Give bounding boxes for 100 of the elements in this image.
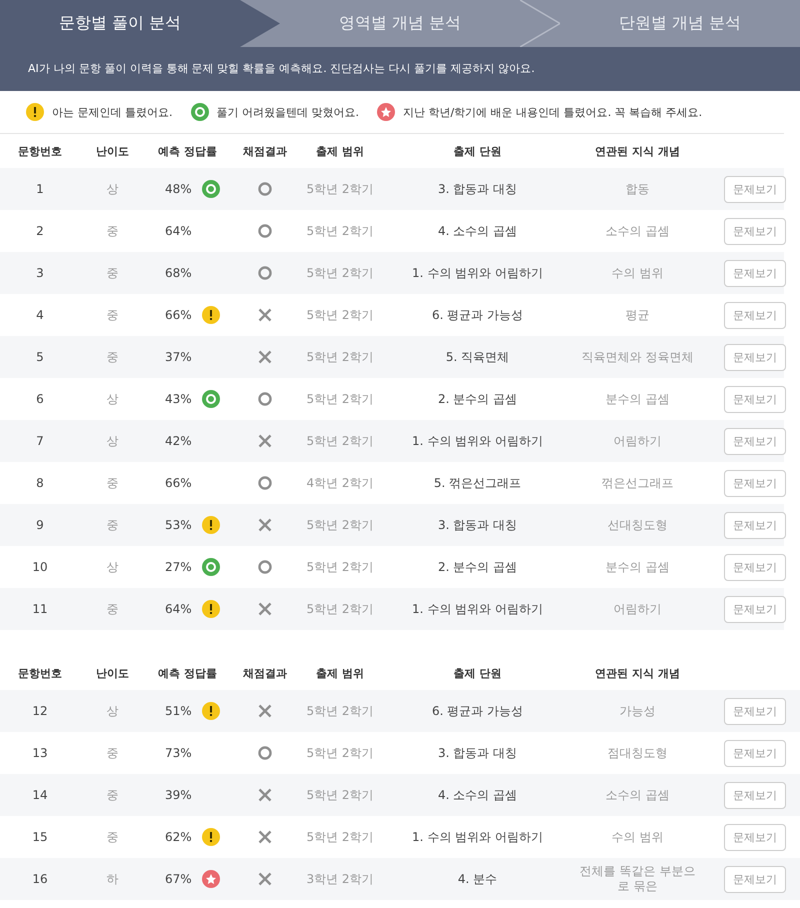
table-cell-text: 3. 합동과 대칭 — [436, 744, 518, 762]
view-question-button[interactable]: 문제보기 — [724, 260, 786, 286]
table-cell-text: 2. 분수의 곱셈 — [436, 390, 518, 408]
table-cell-text: 중 — [106, 786, 120, 804]
table-cell-text: 상 — [106, 390, 120, 408]
table-cell: 64% — [165, 602, 192, 616]
view-question-button[interactable]: 문제보기 — [724, 176, 786, 202]
table-cell-text: 상 — [106, 558, 120, 576]
table-cell-text: 5. 직육면체 — [444, 348, 510, 366]
view-question-button[interactable]: 문제보기 — [724, 470, 786, 496]
table-cell-text: 5학년 2학기 — [305, 390, 375, 408]
table-cell-text: 3. 합동과 대칭 — [436, 180, 518, 198]
view-question-button[interactable]: 문제보기 — [724, 386, 786, 412]
table-cell-text: 12 — [31, 704, 49, 718]
table-cell-text: 중 — [106, 828, 120, 846]
table-cell: 68% — [165, 266, 192, 280]
table-cell-text: 수의 범위 — [610, 830, 664, 844]
tab[interactable]: 영역별 개념 분석 — [280, 0, 520, 47]
table-cell-text: 꺾은선그래프 — [600, 476, 674, 490]
column-header: 출제 단원 — [452, 666, 502, 680]
table-cell-text: 중 — [106, 474, 120, 492]
table-cell: 53% — [165, 518, 192, 532]
table-cell-text: 합동 — [624, 182, 650, 196]
view-question-button[interactable]: 문제보기 — [724, 698, 786, 724]
view-question-button[interactable]: 문제보기 — [724, 554, 786, 580]
table-cell: 48% — [165, 182, 192, 196]
chevron-icon — [240, 0, 280, 47]
table-cell-text: 5학년 2학기 — [305, 180, 375, 198]
column-header: 문항번호 — [17, 144, 63, 158]
table-cell-text: 5학년 2학기 — [305, 558, 375, 576]
ring-icon — [202, 558, 220, 576]
view-question-button[interactable]: 문제보기 — [724, 428, 786, 454]
table-cell: 66% — [165, 308, 192, 322]
view-question-button[interactable]: 문제보기 — [724, 824, 786, 850]
table-cell-text: 어림하기 — [612, 434, 662, 448]
view-question-button[interactable]: 문제보기 — [724, 302, 786, 328]
table-cell-text: 평균 — [624, 308, 650, 322]
table-cell-text: 중 — [106, 744, 120, 762]
table-cell-text: 14 — [31, 788, 49, 802]
column-header: 예측 정답률 — [157, 666, 218, 680]
table-cell-text: 5학년 2학기 — [305, 432, 375, 450]
table-cell-text: 15 — [31, 830, 49, 844]
table-cell-text: 16 — [31, 872, 49, 886]
table-cell-text: 4학년 2학기 — [305, 474, 375, 492]
exclamation-icon — [202, 702, 220, 720]
view-question-button[interactable]: 문제보기 — [724, 218, 786, 244]
table-cell-text: 중 — [106, 306, 120, 324]
view-question-button[interactable]: 문제보기 — [724, 344, 786, 370]
table-cell-text: 5학년 2학기 — [305, 600, 375, 618]
table-cell: 67% — [165, 872, 192, 886]
table-cell: 39% — [165, 788, 192, 802]
table-cell-text: 1. 수의 범위와 어림하기 — [411, 828, 544, 846]
table-cell-text: 중 — [106, 348, 120, 366]
table-cell-text: 4. 소수의 곱셈 — [436, 222, 518, 240]
table-cell-text: 5 — [35, 350, 45, 364]
table-cell-text: 5학년 2학기 — [305, 264, 375, 282]
view-question-button[interactable]: 문제보기 — [724, 596, 786, 622]
table-cell-text: 3 — [35, 266, 45, 280]
table-cell-text: 점대칭도형 — [606, 746, 668, 760]
table-cell-text: 1. 수의 범위와 어림하기 — [411, 600, 544, 618]
tab[interactable]: 단원별 개념 분석 — [560, 0, 800, 47]
table-cell-text: 5학년 2학기 — [305, 348, 375, 366]
table-cell-text: 수의 범위 — [610, 266, 664, 280]
table-cell-text: 5학년 2학기 — [305, 786, 375, 804]
table-cell-text: 9 — [35, 518, 45, 532]
table-cell-text: 5학년 2학기 — [305, 516, 375, 534]
table-cell-text: 상 — [106, 702, 120, 720]
view-question-button[interactable]: 문제보기 — [724, 740, 786, 766]
table-cell-text: 직육면체와 정육면체 — [580, 350, 694, 364]
exclamation-icon — [26, 103, 44, 121]
view-question-button[interactable]: 문제보기 — [724, 512, 786, 538]
table-cell-text: 상 — [106, 432, 120, 450]
table-cell-text: 선대칭도형 — [606, 518, 668, 532]
table-cell-text: 분수의 곱셈 — [604, 560, 670, 574]
table-cell-text: 가능성 — [618, 704, 656, 718]
table-cell-text: 중 — [106, 222, 120, 240]
table-cell-text: 전체를 똑같은 부분으로 묶은 — [578, 864, 696, 894]
table-cell-text: 어림하기 — [612, 602, 662, 616]
table-cell-text: 4. 분수 — [456, 870, 498, 888]
table-cell-text: 5학년 2학기 — [305, 744, 375, 762]
exclamation-icon — [202, 306, 220, 324]
table-cell: 66% — [165, 476, 192, 490]
column-header: 출제 단원 — [452, 144, 502, 158]
table-cell-text: 5학년 2학기 — [305, 828, 375, 846]
table-cell-text: 4. 소수의 곱셈 — [436, 786, 518, 804]
view-question-button[interactable]: 문제보기 — [724, 866, 786, 892]
column-header: 난이도 — [95, 666, 130, 680]
table-cell-text: 중 — [106, 600, 120, 618]
table-cell-text: 소수의 곱셈 — [604, 224, 670, 238]
table-cell-text: 1. 수의 범위와 어림하기 — [411, 432, 544, 450]
column-header: 난이도 — [95, 144, 130, 158]
exclamation-icon — [202, 516, 220, 534]
table-cell: 73% — [165, 746, 192, 760]
table-cell: 51% — [165, 704, 192, 718]
column-header: 연관된 지식 개념 — [594, 666, 681, 680]
view-question-button[interactable]: 문제보기 — [724, 782, 786, 808]
table-cell-text: 2 — [35, 224, 45, 238]
legend-label: 지난 학년/학기에 배운 내용인데 틀렸어요. 꼭 복습해 주세요. — [403, 104, 702, 120]
table-cell-text: 6. 평균과 가능성 — [430, 702, 524, 720]
chevron-icon — [520, 0, 560, 47]
